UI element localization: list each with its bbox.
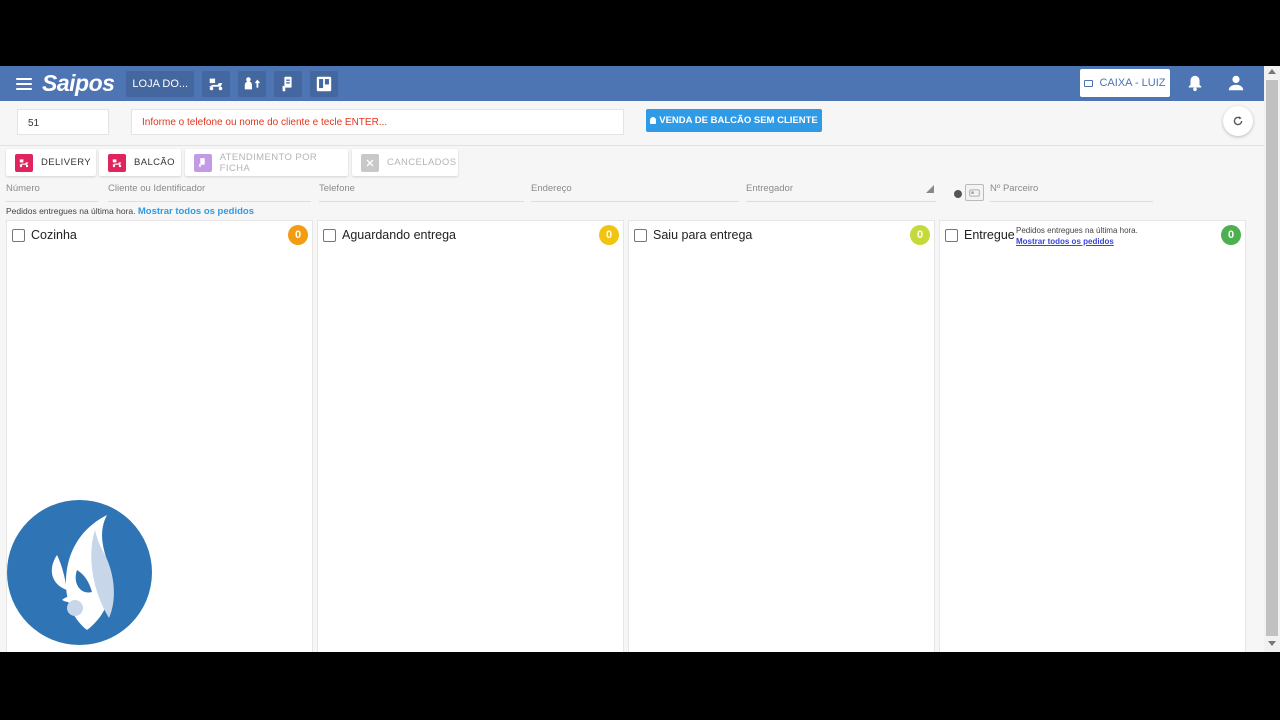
parceiro-filter: Nº Parceiro [954,183,1153,202]
ticket-hand-icon[interactable] [274,70,303,97]
delivery-scooter-icon [15,153,33,172]
store-selector-button[interactable]: LOJA DO... [126,70,195,97]
filter-ficha-button[interactable]: ATENDIMENTO POR FICHA [185,149,348,176]
close-icon [361,153,379,172]
column-title: Cozinha [31,228,77,242]
refresh-icon [1233,116,1243,126]
transfer-icon[interactable] [238,70,267,97]
kanban-column-saiu: Saiu para entrega 0 [628,220,935,652]
counter-icon [108,153,126,172]
page-scrollbar[interactable] [1264,66,1280,652]
caixa-button[interactable]: CAIXA - LUIZ [1080,69,1170,97]
column-header: Cozinha 0 [7,221,312,249]
count-badge: 0 [288,225,308,245]
count-badge: 0 [910,225,930,245]
select-all-checkbox[interactable] [945,228,958,242]
kanban-column-entregue: Entregue Pedidos entregues na última hor… [939,220,1246,652]
filter-cancelados-button[interactable]: CANCELADOS [352,149,458,176]
delivery-scooter-icon[interactable] [202,70,231,97]
select-all-checkbox[interactable] [323,228,336,242]
column-header: Entregue Pedidos entregues na última hor… [940,221,1245,249]
brand-watermark-logo [7,500,152,645]
entregue-note-text: Pedidos entregues na última hora. [1016,226,1138,235]
order-number-input[interactable]: 51 [17,109,109,135]
ticket-hand-icon [194,153,212,172]
client-search-input[interactable]: Informe o telefone ou nome do cliente e … [131,109,624,135]
parceiro-filter-input[interactable]: Nº Parceiro [990,183,1153,202]
filter-delivery-label: DELIVERY [41,157,92,168]
dropdown-corner-icon [926,185,934,193]
select-all-checkbox[interactable] [634,228,647,242]
column-title: Saiu para entrega [653,228,753,242]
divider [0,145,1264,146]
user-icon[interactable] [1227,74,1245,97]
menu-icon[interactable] [16,77,32,90]
toggle-dot-icon[interactable] [954,190,962,198]
delivered-notice-text: Pedidos entregues na última hora. [6,206,136,216]
top-bar: Saipos LOJA DO... CAIXA - LUIZ [0,66,1264,101]
id-card-icon[interactable] [965,184,984,201]
count-badge: 0 [1221,225,1241,245]
saipos-logo: Saipos [42,70,115,96]
column-title: Entregue [964,228,1015,242]
venda-balcao-label: VENDA DE BALCÃO SEM CLIENTE [659,115,818,126]
cliente-filter-input[interactable]: Cliente ou Identificador [108,183,311,202]
scroll-down-arrow-icon[interactable] [1268,641,1276,646]
user-icon-small [650,117,657,124]
entregue-note: Pedidos entregues na última hora. Mostra… [1016,225,1138,247]
column-title: Aguardando entrega [342,228,456,242]
filter-balcao-button[interactable]: BALCÃO [99,149,181,176]
endereco-filter-input[interactable]: Endereço [531,183,739,202]
select-all-checkbox[interactable] [12,228,25,242]
letterbox-bottom [0,652,1280,720]
letterbox-top [0,0,1280,66]
column-header: Aguardando entrega 0 [318,221,623,249]
filter-cancelados-label: CANCELADOS [387,157,457,168]
entregue-show-all-link[interactable]: Mostrar todos os pedidos [1016,237,1114,246]
numero-filter-input[interactable]: Número [6,183,98,202]
show-all-orders-link[interactable]: Mostrar todos os pedidos [138,206,254,217]
filter-balcao-label: BALCÃO [134,157,175,168]
filter-delivery-button[interactable]: DELIVERY [6,149,96,176]
refresh-button[interactable] [1223,106,1253,136]
scroll-thumb[interactable] [1266,80,1278,636]
board-icon[interactable] [310,70,339,97]
count-badge: 0 [599,225,619,245]
scroll-up-arrow-icon[interactable] [1268,69,1276,74]
delivered-notice: Pedidos entregues na última hora. Mostra… [6,206,254,217]
venda-balcao-button[interactable]: VENDA DE BALCÃO SEM CLIENTE [646,109,822,132]
telefone-filter-input[interactable]: Telefone [319,183,524,202]
app-window: Saipos LOJA DO... CAIXA - LUIZ 51 Inform… [0,66,1280,652]
entregador-filter-select[interactable]: Entregador [746,183,936,202]
bell-icon[interactable] [1186,74,1204,97]
entregador-filter-label: Entregador [746,183,794,194]
caixa-label: CAIXA - LUIZ [1099,77,1166,89]
column-header: Saiu para entrega 0 [629,221,934,249]
cash-register-icon [1084,79,1094,87]
kanban-column-aguardando: Aguardando entrega 0 [317,220,624,652]
filter-ficha-label: ATENDIMENTO POR FICHA [219,151,318,174]
